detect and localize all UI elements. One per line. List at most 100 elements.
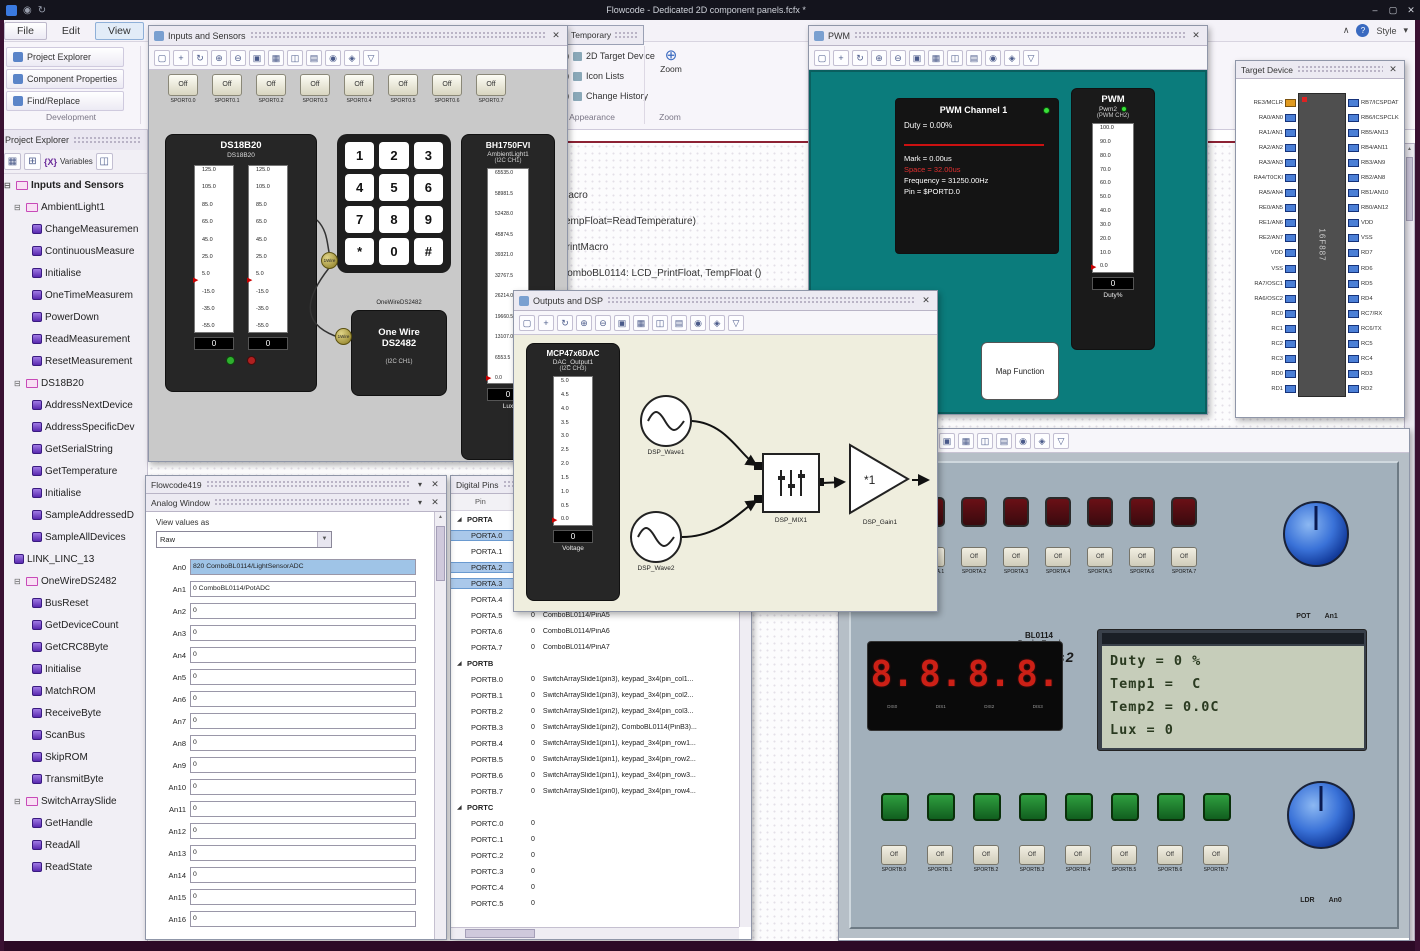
tree-item[interactable]: ⊟ TransmitByte (0, 768, 147, 790)
chevron-down-icon[interactable]: ▾ (415, 480, 425, 489)
pin-icon[interactable] (1285, 128, 1296, 137)
analog-row[interactable]: An0 820 ComboBL0114/LightSensorADC (156, 556, 446, 578)
tree-item[interactable]: ⊟ SwitchArraySlide (0, 790, 147, 812)
pin-icon[interactable] (1285, 294, 1296, 303)
digital-pin-row[interactable]: ◢ PORTC.1 0 (451, 831, 739, 847)
tree-item[interactable]: ⊟ OneTimeMeasurem (0, 284, 147, 306)
refresh-icon[interactable]: ↻ (38, 5, 46, 16)
panel-toolbar-icon[interactable]: ↻ (192, 49, 208, 66)
tree-item[interactable]: ⊟ DS18B20 (0, 372, 147, 394)
chevron-down-icon[interactable]: ▾ (1403, 25, 1408, 36)
digital-pin-row[interactable]: ◢ PORTB.7 0 SwitchArraySlide1(pin0), key… (451, 783, 739, 799)
analog-value-field[interactable]: 820 ComboBL0114/LightSensorADC (190, 559, 416, 575)
switch-button[interactable]: Off (1065, 845, 1091, 865)
chip-pin-row[interactable]: RC2 (1238, 337, 1298, 352)
chip-pin-row[interactable]: RA7/OSC1 (1238, 276, 1298, 291)
panel-toolbar-icon[interactable]: ▤ (996, 432, 1012, 449)
close-icon[interactable]: ✕ (429, 497, 441, 508)
panel-toolbar-icon[interactable]: ▦ (928, 49, 944, 66)
panel-toolbar-icon[interactable]: ▢ (814, 49, 830, 66)
chip-pin-row[interactable]: RA3/AN3 (1238, 155, 1298, 170)
analog-row[interactable]: An16 0 (156, 908, 446, 930)
analog-row[interactable]: An14 0 (156, 864, 446, 886)
pin-icon[interactable] (1348, 158, 1359, 167)
chip-pin-row[interactable]: RA6/OSC2 (1238, 291, 1298, 306)
tree-item[interactable]: ⊟ ReadMeasurement (0, 328, 147, 350)
pin-icon[interactable] (1348, 294, 1359, 303)
ribbon-button[interactable]: Find/Replace (6, 91, 125, 111)
panel-toolbar-icon[interactable]: ⊖ (595, 314, 611, 331)
zoom-button[interactable]: ⊕ Zoom (648, 48, 694, 75)
scrollbar-thumb[interactable] (1406, 157, 1413, 221)
tree-item[interactable]: ⊟ ScanBus (0, 724, 147, 746)
chip-pin-row[interactable]: RD1 (1238, 382, 1298, 397)
close-icon[interactable]: ✕ (1190, 30, 1202, 41)
expand-icon[interactable]: ⊟ (14, 379, 23, 388)
analog-value-field[interactable]: 0 (190, 801, 416, 817)
sport-switch[interactable]: Off SPORTB.4 (1065, 845, 1091, 873)
pin-icon[interactable] (1285, 355, 1296, 364)
chip-pin-row[interactable]: RC3 (1238, 352, 1298, 367)
pin-icon[interactable] (1285, 219, 1296, 228)
panel-toolbar-icon[interactable]: ▦ (633, 314, 649, 331)
panel-toolbar-icon[interactable]: + (833, 49, 849, 66)
pwm-meter-component[interactable]: PWM Pwm2 (PWM CH2) 100.0 90.0 80.0 70.0 60.0… (1071, 88, 1155, 350)
pwm-channel-component[interactable]: PWM Channel 1 Duty = 0.00% Mark = 0.00us… (895, 98, 1059, 254)
analog-row[interactable]: An5 0 (156, 666, 446, 688)
variables-x-icon[interactable]: {X} (44, 157, 57, 167)
dsp-wave2-component[interactable] (630, 511, 682, 563)
chip-pin-row[interactable]: RB0/AN12 (1346, 201, 1404, 216)
ribbon-tab[interactable]: File (4, 21, 47, 40)
panel-toolbar-icon[interactable]: ▦ (958, 432, 974, 449)
tree-item[interactable]: ⊟ Inputs and Sensors (0, 174, 147, 196)
duty-scale[interactable]: 100.0 90.0 80.0 70.0 60.0 50.0 40.0 30.0 20.0 10.… (1091, 123, 1134, 273)
analog-row[interactable]: An4 0 (156, 644, 446, 666)
pin-icon[interactable] (1285, 113, 1296, 122)
tree-item[interactable]: ⊟ ReceiveByte (0, 702, 147, 724)
ribbon-tab[interactable]: Edit (49, 22, 93, 40)
digital-pin-row[interactable]: ◢ PORTC.4 0 (451, 879, 739, 895)
chip-pin-row[interactable]: RD4 (1346, 291, 1404, 306)
switch-button[interactable]: Off (973, 845, 999, 865)
digital-pin-row[interactable]: ◢ PORTC.5 0 (451, 895, 739, 911)
tree-item[interactable]: ⊟ AddressNextDevice (0, 394, 147, 416)
pin-icon[interactable] (1285, 309, 1296, 318)
analog-value-field[interactable]: 0 (190, 603, 416, 619)
analog-value-field[interactable]: 0 (190, 757, 416, 773)
sport-switch[interactable]: Off SPORTB.6 (1157, 845, 1183, 873)
sport-switch[interactable]: Off SPORTA.7 (1171, 547, 1197, 575)
panel-toolbar-icon[interactable]: ◈ (1034, 432, 1050, 449)
pwm-titlebar[interactable]: PWM ✕ (809, 26, 1207, 46)
pin-icon[interactable] (1285, 324, 1296, 333)
tree-item[interactable]: ⊟ OneWireDS2482 (0, 570, 147, 592)
chip-pin-row[interactable]: RB7/ICSPDAT (1346, 95, 1404, 110)
analog-value-field[interactable]: 0 (190, 867, 416, 883)
chip-pin-row[interactable]: RC7/RX (1346, 306, 1404, 321)
tree-item[interactable]: ⊟ Initialise (0, 262, 147, 284)
sport-switch[interactable]: Off SPORTB.1 (927, 845, 953, 873)
pin-icon[interactable] (1285, 189, 1296, 198)
panel-toolbar-icon[interactable]: ▢ (519, 314, 535, 331)
chip-pin-row[interactable]: RC5 (1346, 337, 1404, 352)
sport-switch[interactable]: Off SPORTA.3 (1003, 547, 1029, 575)
panel-toolbar-icon[interactable]: ◫ (287, 49, 303, 66)
panel-toolbar-icon[interactable]: ↻ (852, 49, 868, 66)
pin-icon[interactable] (1285, 370, 1296, 379)
panel-toolbar-icon[interactable]: ▤ (306, 49, 322, 66)
tree-item[interactable]: ⊟ GetCRC8Byte (0, 636, 147, 658)
expand-icon[interactable]: ⊟ (14, 797, 23, 806)
tree-item[interactable]: ⊟ ContinuousMeasure (0, 240, 147, 262)
digital-pin-row[interactable]: ◢ PORTA.7 0 ComboBL0114/PinA7 (451, 639, 739, 655)
tree-item[interactable]: ⊟ ChangeMeasuremen (0, 218, 147, 240)
panel-toolbar-icon[interactable]: ◫ (947, 49, 963, 66)
switch-button[interactable]: Off (1203, 845, 1229, 865)
chip-pin-row[interactable]: RB3/AN9 (1346, 155, 1404, 170)
tree-item[interactable]: ⊟ GetTemperature (0, 460, 147, 482)
chip-pin-row[interactable]: RB2/AN8 (1346, 170, 1404, 185)
digital-pin-row[interactable]: ◢ PORTB.1 0 SwitchArraySlide1(pin3), key… (451, 687, 739, 703)
chip-pin-row[interactable]: RD6 (1346, 261, 1404, 276)
digital-pin-row[interactable]: ◢ PORTB.5 0 SwitchArraySlide1(pin1), key… (451, 751, 739, 767)
tree-item[interactable]: ⊟ SkipROM (0, 746, 147, 768)
sport-switch[interactable]: Off SPORTA.2 (961, 547, 987, 575)
analog-row[interactable]: An15 0 (156, 886, 446, 908)
